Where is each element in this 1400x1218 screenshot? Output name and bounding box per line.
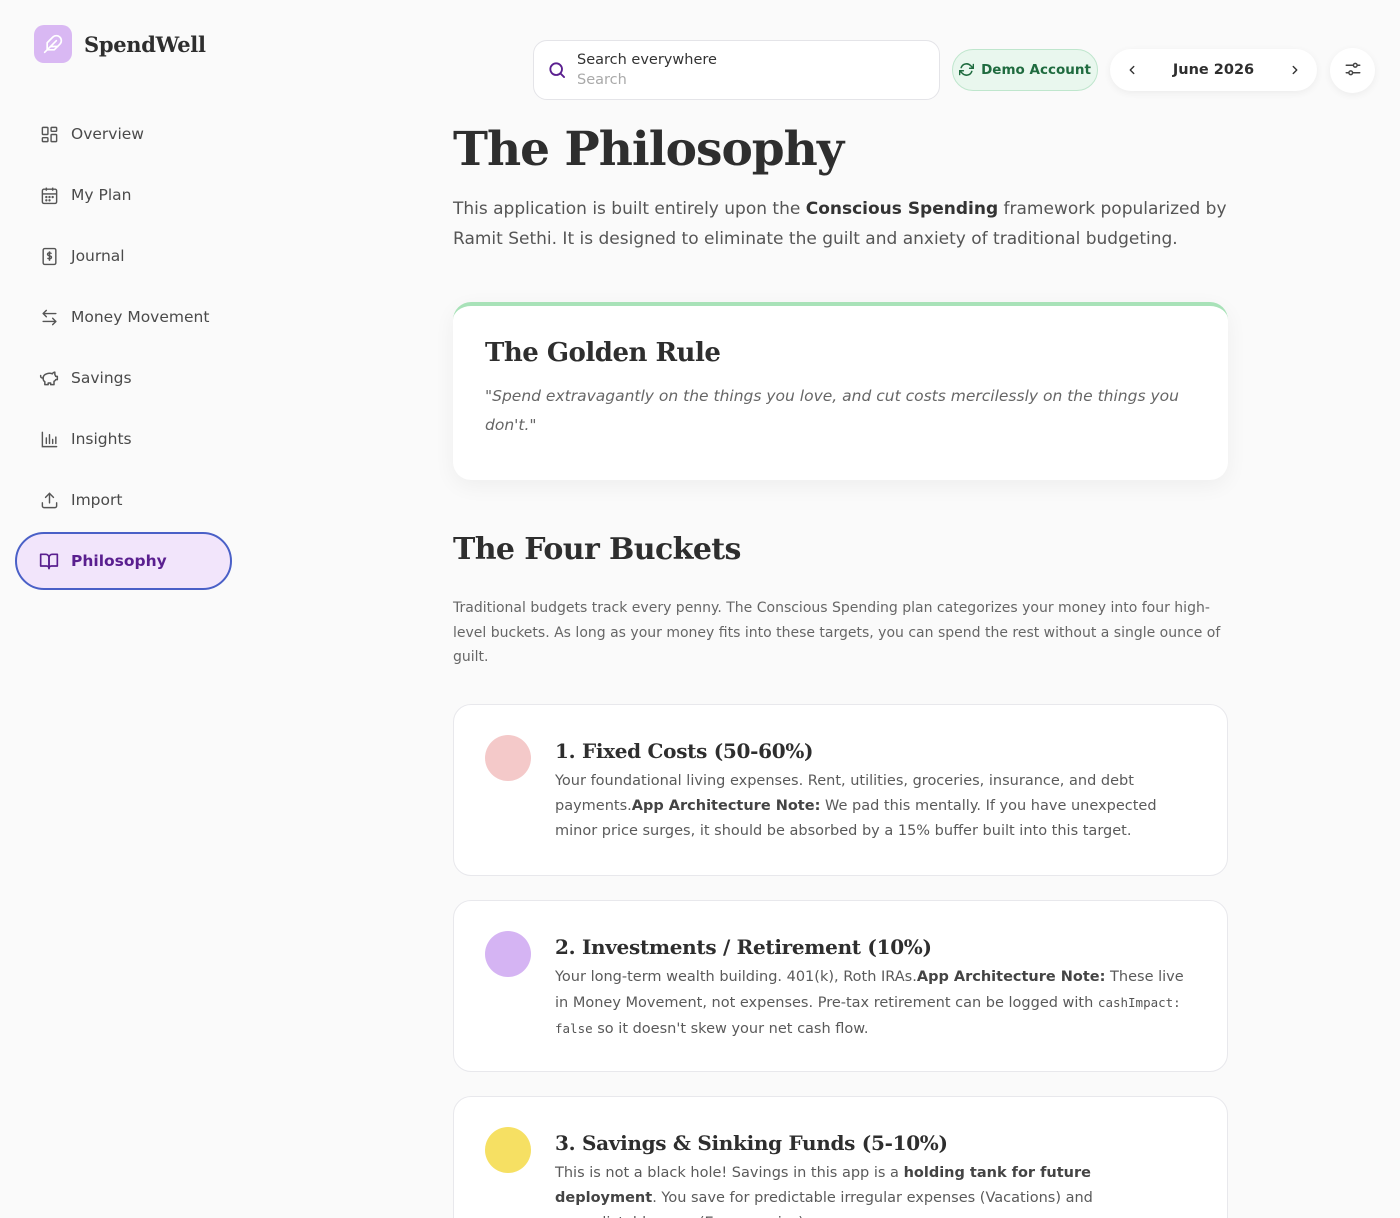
sidebar-item-money-movement[interactable]: Money Movement [15, 288, 232, 346]
golden-rule-card: The Golden Rule "Spend extravagantly on … [453, 302, 1228, 480]
bucket-text: This is not a black hole! Savings in thi… [555, 1164, 904, 1181]
buckets-list: 1. Fixed Costs (50-60%) Your foundationa… [453, 703, 1228, 1218]
sidebar: SpendWell Overview My Plan Journal Money… [0, 0, 250, 1218]
sidebar-item-philosophy[interactable]: Philosophy [15, 532, 232, 590]
bar-chart-icon [39, 429, 59, 449]
golden-rule-title: The Golden Rule [485, 338, 721, 368]
buckets-section-description: Traditional budgets track every penny. T… [453, 600, 1221, 665]
month-navigator: June 2026 [1110, 49, 1317, 91]
chevron-right-icon[interactable] [1287, 62, 1303, 78]
sidebar-item-label: Import [71, 491, 123, 509]
book-icon [39, 551, 59, 571]
current-month: June 2026 [1172, 62, 1255, 78]
feather-icon [34, 25, 72, 63]
bucket-card-savings: 3. Savings & Sinking Funds (5-10%) This … [453, 1095, 1228, 1218]
settings-button[interactable] [1330, 48, 1375, 93]
sidebar-item-insights[interactable]: Insights [15, 410, 232, 468]
search-icon [546, 59, 568, 81]
sidebar-item-label: My Plan [71, 186, 132, 204]
arrows-swap-icon [39, 307, 59, 327]
bucket-title: 3. Savings & Sinking Funds (5-10%) [555, 1130, 948, 1155]
bucket-text: Your long-term wealth building. 401(k), … [555, 968, 917, 985]
search-box[interactable]: Search everywhere [533, 40, 940, 100]
sidebar-nav: Overview My Plan Journal Money Movement … [15, 105, 232, 593]
calendar-icon [39, 185, 59, 205]
sidebar-item-label: Journal [71, 247, 125, 265]
sidebar-item-label: Money Movement [71, 308, 210, 326]
bucket-color-dot [485, 1126, 531, 1173]
sidebar-item-overview[interactable]: Overview [15, 105, 232, 163]
sidebar-item-label: Philosophy [71, 552, 167, 570]
brand[interactable]: SpendWell [34, 25, 206, 63]
sidebar-item-savings[interactable]: Savings [15, 349, 232, 407]
bucket-title: 1. Fixed Costs (50-60%) [555, 738, 814, 763]
intro-highlight: Conscious Spending [805, 199, 999, 219]
intro-text: This application is built entirely upon … [453, 194, 1228, 254]
sidebar-item-label: Insights [71, 430, 132, 448]
piggy-bank-icon [39, 368, 59, 388]
sidebar-item-label: Overview [71, 125, 144, 143]
page-title: The Philosophy [453, 122, 844, 177]
chevron-left-icon[interactable] [1124, 62, 1140, 78]
refresh-icon [959, 62, 975, 78]
bucket-title: 2. Investments / Retirement (10%) [555, 934, 932, 959]
buckets-section-title: The Four Buckets [453, 532, 741, 567]
dollar-receipt-icon [39, 246, 59, 266]
bucket-note-label: App Architecture Note: [631, 797, 821, 814]
brand-name: SpendWell [84, 31, 206, 57]
sidebar-item-import[interactable]: Import [15, 471, 232, 529]
sidebar-item-my-plan[interactable]: My Plan [15, 166, 232, 224]
sidebar-item-journal[interactable]: Journal [15, 227, 232, 285]
bucket-description: Your long-term wealth building. 401(k), … [555, 965, 1197, 1042]
bucket-card-investments: 2. Investments / Retirement (10%) Your l… [453, 899, 1228, 1072]
upload-icon [39, 490, 59, 510]
intro-text-start: This application is built entirely upon … [453, 199, 806, 219]
search-input[interactable] [577, 70, 877, 90]
search-label: Search everywhere [577, 52, 717, 68]
demo-account-badge[interactable]: Demo Account [952, 49, 1098, 91]
grid-icon [39, 124, 59, 144]
sidebar-item-label: Savings [71, 369, 132, 387]
sliders-icon [1344, 60, 1362, 82]
golden-rule-quote: "Spend extravagantly on the things you l… [485, 387, 1179, 434]
bucket-color-dot [485, 930, 531, 977]
bucket-description: This is not a black hole! Savings in thi… [555, 1161, 1197, 1218]
bucket-card-fixed-costs: 1. Fixed Costs (50-60%) Your foundationa… [453, 703, 1228, 876]
bucket-note-label: App Architecture Note: [916, 968, 1106, 985]
bucket-text: so it doesn't skew your net cash flow. [592, 1020, 869, 1037]
bucket-description: Your foundational living expenses. Rent,… [555, 769, 1197, 844]
bucket-color-dot [485, 734, 531, 781]
main-content: The Philosophy This application is built… [453, 118, 1228, 1218]
demo-account-label: Demo Account [981, 62, 1091, 78]
